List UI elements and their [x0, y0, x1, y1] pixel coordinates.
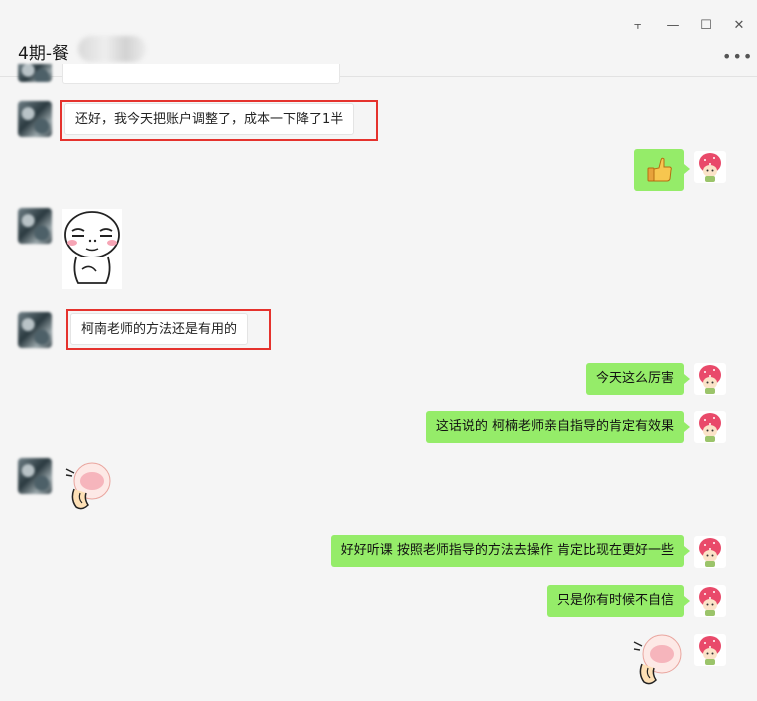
- minimize-icon[interactable]: —: [665, 18, 681, 34]
- chat-title: 4期-餐: [18, 44, 69, 64]
- my-avatar[interactable]: [694, 634, 726, 666]
- strawberry-girl-avatar-icon: [699, 365, 721, 394]
- close-icon[interactable]: ✕: [731, 18, 747, 34]
- my-avatar[interactable]: [694, 151, 726, 183]
- message-bubble-outgoing[interactable]: 今天这么厉害: [585, 363, 691, 395]
- strawberry-girl-avatar-icon: [699, 538, 721, 567]
- contact-avatar[interactable]: [18, 458, 52, 494]
- smug-face-icon: [64, 211, 120, 284]
- contact-avatar[interactable]: [18, 64, 52, 82]
- thumbs-up-icon: [647, 157, 672, 182]
- blushing-peach-icon: [65, 462, 111, 510]
- smug-face-sticker[interactable]: [62, 209, 122, 289]
- more-options-icon[interactable]: •••: [722, 47, 753, 66]
- contact-avatar[interactable]: [18, 208, 52, 244]
- blushing-peach-sticker[interactable]: [62, 459, 114, 513]
- blushing-peach-sticker[interactable]: [630, 632, 688, 690]
- my-avatar[interactable]: [694, 536, 726, 568]
- message-bubble-incoming[interactable]: 还好，我今天把账户调整了，成本一下降了1半: [64, 103, 355, 135]
- blushing-peach-icon: [633, 634, 682, 685]
- message-bubble-outgoing[interactable]: 好好听课 按照老师指导的方法去操作 肯定比现在更好一些: [330, 535, 691, 567]
- strawberry-girl-avatar-icon: [699, 413, 721, 442]
- strawberry-girl-avatar-icon: [699, 636, 721, 665]
- contact-avatar[interactable]: [18, 312, 52, 348]
- message-bubble-outgoing[interactable]: [634, 149, 690, 191]
- contact-avatar[interactable]: [18, 101, 52, 137]
- my-avatar[interactable]: [694, 585, 726, 617]
- pin-icon[interactable]: ⫟: [630, 18, 646, 34]
- message-bubble-incoming[interactable]: 柯南老师的方法还是有用的: [70, 313, 249, 345]
- strawberry-girl-avatar-icon: [699, 587, 721, 616]
- blurred-title-suffix: [78, 36, 146, 62]
- my-avatar[interactable]: [694, 363, 726, 395]
- message-bubble-partial: [62, 64, 340, 84]
- strawberry-girl-avatar-icon: [699, 153, 721, 182]
- my-avatar[interactable]: [694, 411, 726, 443]
- message-bubble-outgoing[interactable]: 只是你有时候不自信: [546, 585, 691, 617]
- message-bubble-outgoing[interactable]: 这话说的 柯楠老师亲自指导的肯定有效果: [425, 411, 691, 443]
- maximize-icon[interactable]: ☐: [698, 18, 714, 34]
